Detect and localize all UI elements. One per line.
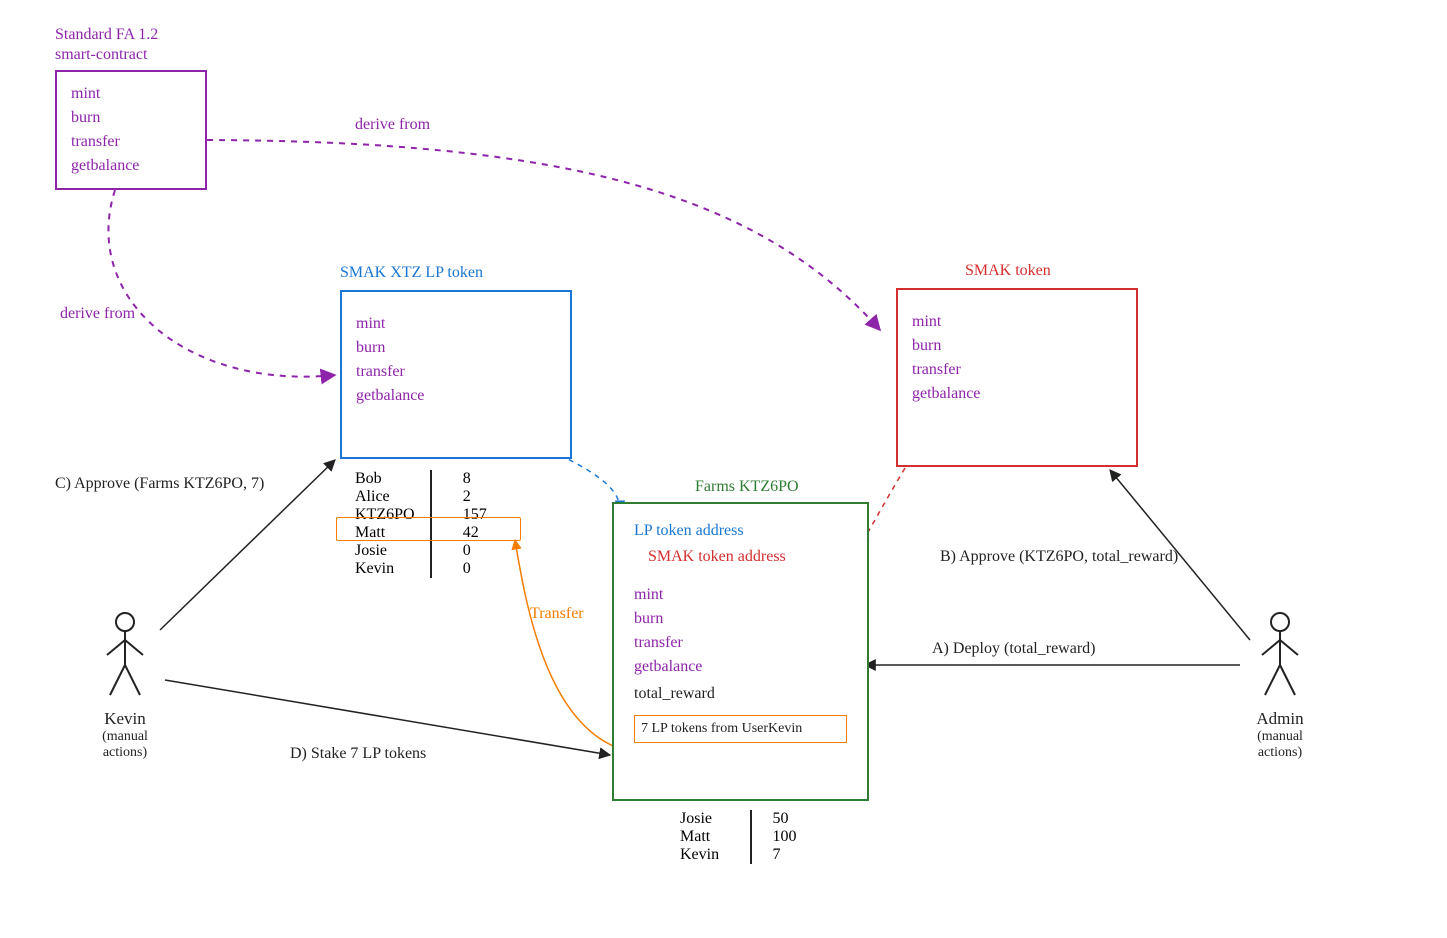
lp-method-transfer: transfer — [356, 360, 556, 384]
farm-lp-label: LP token address — [634, 518, 847, 544]
kevin-name: Kevin — [95, 709, 155, 729]
lp-row-name-5: Kevin — [355, 560, 439, 578]
lp-row-val-0: 8 — [457, 470, 505, 488]
smak-method-burn: burn — [912, 334, 1122, 358]
farm-row-name-1: Matt — [680, 828, 749, 846]
edge-lp-address — [560, 455, 620, 510]
farm-box: LP token address SMAK token address mint… — [612, 502, 869, 801]
label-approve-c: C) Approve (Farms KTZ6PO, 7) — [55, 475, 264, 493]
farm-balances-table: Josie 50 Matt 100 Kevin 7 — [680, 810, 820, 864]
derive-label-1: derive from — [60, 305, 135, 323]
farm-row-val-0: 50 — [767, 810, 820, 828]
standard-contract-box: mint burn transfer getbalance — [55, 70, 207, 190]
standard-title-1: Standard FA 1.2 — [55, 26, 158, 44]
lp-row-val-5: 0 — [457, 560, 505, 578]
actor-kevin: Kevin (manual actions) — [95, 610, 155, 761]
farm-title: Farms KTZ6PO — [695, 478, 799, 496]
label-transfer: Transfer — [530, 605, 584, 623]
lp-title: SMAK XTZ LP token — [340, 264, 483, 282]
farm-method-mint: mint — [634, 583, 847, 607]
lp-method-burn: burn — [356, 336, 556, 360]
smak-method-mint: mint — [912, 310, 1122, 334]
label-deploy-a: A) Deploy (total_reward) — [932, 640, 1096, 658]
edge-stake-d — [165, 680, 610, 755]
edge-derive-lp — [108, 190, 335, 377]
farm-staked-note: 7 LP tokens from UserKevin — [634, 715, 847, 743]
standard-title-2: smart-contract — [55, 46, 147, 64]
smak-title: SMAK token — [965, 262, 1051, 280]
stick-figure-icon — [95, 610, 155, 700]
method-mint: mint — [71, 82, 191, 106]
edge-transfer — [515, 540, 618, 748]
stick-figure-icon — [1250, 610, 1310, 700]
kevin-sub: (manual actions) — [95, 729, 155, 761]
smak-method-transfer: transfer — [912, 358, 1122, 382]
smak-token-box: mint burn transfer getbalance — [896, 288, 1138, 467]
lp-methods: mint burn transfer getbalance — [356, 312, 556, 408]
farm-row-val-2: 7 — [767, 846, 820, 864]
smak-method-getbalance: getbalance — [912, 382, 1122, 406]
lp-method-getbalance: getbalance — [356, 384, 556, 408]
label-approve-b: B) Approve (KTZ6PO, total_reward) — [940, 548, 1178, 566]
lp-row-name-0: Bob — [355, 470, 439, 488]
standard-methods: mint burn transfer getbalance — [71, 82, 191, 178]
lp-row-name-1: Alice — [355, 488, 439, 506]
lp-token-box: mint burn transfer getbalance — [340, 290, 572, 459]
actor-admin: Admin (manual actions) — [1250, 610, 1310, 761]
admin-name: Admin — [1250, 709, 1310, 729]
method-getbalance: getbalance — [71, 154, 191, 178]
lp-row-val-1: 2 — [457, 488, 505, 506]
farm-method-burn: burn — [634, 607, 847, 631]
lp-row-val-4: 0 — [457, 542, 505, 560]
farm-row-name-0: Josie — [680, 810, 749, 828]
admin-sub: (manual actions) — [1250, 729, 1310, 761]
method-burn: burn — [71, 106, 191, 130]
derive-label-2: derive from — [355, 116, 430, 134]
smak-methods: mint burn transfer getbalance — [912, 310, 1122, 406]
method-transfer: transfer — [71, 130, 191, 154]
farm-method-transfer: transfer — [634, 631, 847, 655]
farm-smak-label: SMAK token address — [648, 544, 847, 570]
farm-method-getbalance: getbalance — [634, 655, 847, 679]
label-stake-d: D) Stake 7 LP tokens — [290, 745, 426, 763]
lp-row-name-4: Josie — [355, 542, 439, 560]
farm-methods: mint burn transfer getbalance — [634, 583, 847, 679]
farm-row-val-1: 100 — [767, 828, 820, 846]
farm-row-name-2: Kevin — [680, 846, 749, 864]
farm-total-reward: total_reward — [634, 681, 847, 707]
lp-highlight-ktz6po — [336, 517, 521, 541]
lp-method-mint: mint — [356, 312, 556, 336]
